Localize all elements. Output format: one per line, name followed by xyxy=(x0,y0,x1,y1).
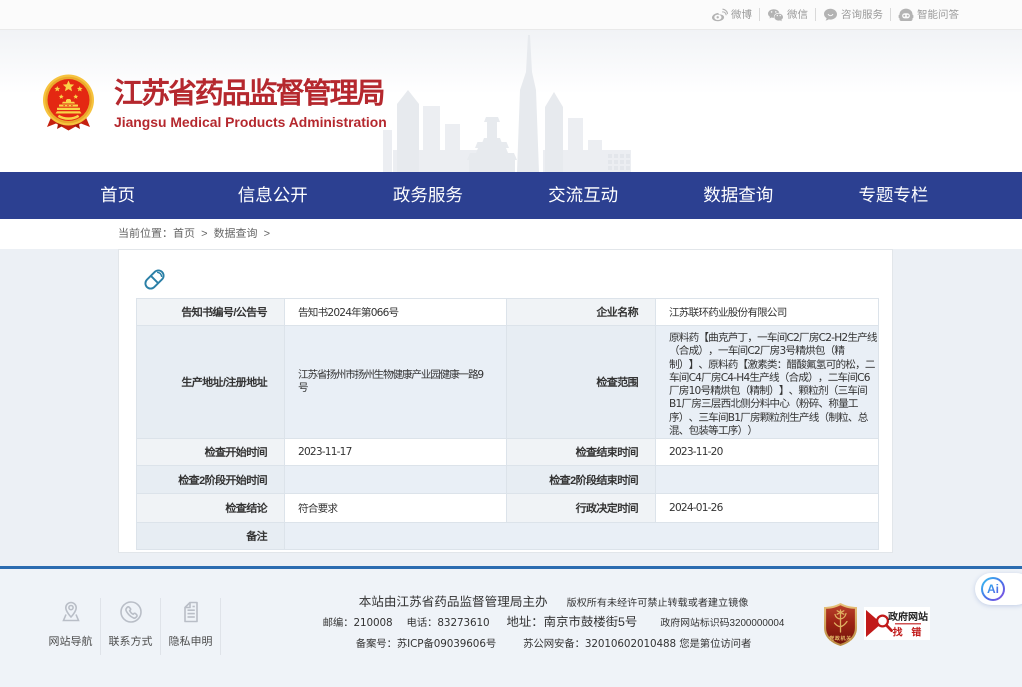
party-badge-label: 党政机关 xyxy=(829,635,852,642)
topbar-consult[interactable]: 咨询服务 xyxy=(823,7,883,22)
topbar-separator xyxy=(759,8,760,21)
row4-value1 xyxy=(285,466,507,494)
footer-site-id-text: 政府网站标识码3200000004 xyxy=(660,618,784,629)
nav-item-info[interactable]: 信息公开 xyxy=(195,172,350,219)
breadcrumb-separator: > xyxy=(201,228,207,240)
footer-link-sitemap-label: 网站导航 xyxy=(41,633,100,649)
topbar-separator xyxy=(890,8,891,21)
breadcrumb-separator: > xyxy=(264,228,270,240)
table-row: 备注 xyxy=(137,523,879,550)
footer-link-privacy-label: 隐私申明 xyxy=(161,633,220,649)
breadcrumb: 当前位置：首页 > 数据查询 > xyxy=(0,219,1022,250)
main-nav: 首页 信息公开 政务服务 交流互动 数据查询 专题专栏 xyxy=(0,172,1022,219)
ai-icon: Ai xyxy=(981,577,1005,601)
content-box: 告知书编号/公告号 告知书2024年第066号 企业名称 江苏联环药业股份有限公… xyxy=(118,249,893,553)
consult-chat-icon xyxy=(823,8,838,22)
wechat-icon xyxy=(767,8,784,22)
topbar-separator xyxy=(815,8,816,21)
topbar-weibo-label: 微博 xyxy=(731,7,752,22)
row1-label1: 告知书编号/公告号 xyxy=(137,299,285,326)
table-row: 检查2阶段开始时间 检查2阶段结束时间 xyxy=(137,466,879,494)
footer-link-sitemap[interactable]: 网站导航 xyxy=(41,598,101,655)
weibo-icon xyxy=(711,8,728,22)
footer-security-text: 苏公网安备：32010602010488 您是第位访问者 xyxy=(523,638,751,650)
row3-value1: 2023-11-17 xyxy=(285,439,507,466)
capsule-icon xyxy=(141,266,168,293)
row2-value1: 江苏省扬州市扬州生物健康产业园健康一路9号 xyxy=(285,326,507,439)
footer-link-contact[interactable]: 联系方式 xyxy=(101,598,161,655)
topbar: 微博 微信 咨询服务 智能问答 xyxy=(0,0,1022,30)
footer-host-text: 本站由江苏省药品监督管理局主办 xyxy=(359,595,548,609)
row2-label2: 检查范围 xyxy=(507,326,656,439)
jiucuo-badge-line2: 找 错 xyxy=(893,627,925,639)
breadcrumb-section-link[interactable]: 数据查询 xyxy=(214,228,258,240)
breadcrumb-bar: 当前位置：首页 > 数据查询 > xyxy=(0,219,1022,249)
table-row: 告知书编号/公告号 告知书2024年第066号 企业名称 江苏联环药业股份有限公… xyxy=(137,299,879,326)
row4-value2 xyxy=(656,466,879,494)
site-header: 江苏省药品监督管理局 Jiangsu Medical Products Admi… xyxy=(0,30,1022,172)
breadcrumb-home-link[interactable]: 首页 xyxy=(173,228,195,240)
ai-label: Ai xyxy=(987,582,999,596)
inspection-detail-table: 告知书编号/公告号 告知书2024年第066号 企业名称 江苏联环药业股份有限公… xyxy=(136,298,879,550)
phone-icon xyxy=(118,599,144,625)
table-row: 检查开始时间 2023-11-17 检查结束时间 2023-11-20 xyxy=(137,439,879,466)
footer-line2: 邮编：210008 电话：83273610 地址：南京市鼓楼街5号 政府网站标识码32… xyxy=(221,612,886,632)
nav-item-data-query[interactable]: 数据查询 xyxy=(661,172,816,219)
topbar-wechat[interactable]: 微信 xyxy=(767,7,808,22)
footer-icp-text: 备案号：苏ICP备09039606号 xyxy=(356,638,496,650)
robot-qa-icon xyxy=(898,8,914,22)
row1-value2: 江苏联环药业股份有限公司 xyxy=(656,299,879,326)
row5-value2: 2024-01-26 xyxy=(656,494,879,523)
footer-info: 本站由江苏省药品监督管理局主办 版权所有未经许可禁止转载或者建立镜像 邮编：210… xyxy=(221,592,886,653)
row3-label1: 检查开始时间 xyxy=(137,439,285,466)
national-emblem-logo xyxy=(42,74,95,132)
address-text: 江苏省扬州市扬州生物健康产业园健康一路9号 xyxy=(298,369,492,396)
table-row: 检查结论 符合要求 行政决定时间 2024-01-26 xyxy=(137,494,879,523)
nav-item-topics[interactable]: 专题专栏 xyxy=(816,172,971,219)
row1-value1: 告知书2024年第066号 xyxy=(285,299,507,326)
skyline-decoration xyxy=(383,32,633,172)
row3-label2: 检查结束时间 xyxy=(507,439,656,466)
footer: 网站导航 联系方式 隐私申明 本站由江苏省药品监督管理局主办 版权所有未经许可禁止… xyxy=(0,566,1022,687)
row6-value1 xyxy=(285,523,879,550)
nav-item-interact[interactable]: 交流互动 xyxy=(506,172,661,219)
topbar-weibo[interactable]: 微博 xyxy=(711,7,752,22)
row5-label2: 行政决定时间 xyxy=(507,494,656,523)
site-title-cn: 江苏省药品监督管理局 xyxy=(114,75,387,113)
breadcrumb-prefix: 当前位置： xyxy=(118,228,173,240)
inspection-scope-text: 原料药【曲克芦丁，一车间C2厂房C2-H2生产线（合成），一车间C2厂房3号精烘… xyxy=(669,326,879,438)
footer-address-text: 地址：南京市鼓楼街5号 xyxy=(507,615,638,629)
footer-phone-text: 电话：83273610 xyxy=(407,617,490,629)
row1-label2: 企业名称 xyxy=(507,299,656,326)
topbar-qa-label: 智能问答 xyxy=(917,7,959,22)
row3-value2: 2023-11-20 xyxy=(656,439,879,466)
footer-link-privacy[interactable]: 隐私申明 xyxy=(161,598,221,655)
footer-line1: 本站由江苏省药品监督管理局主办 版权所有未经许可禁止转载或者建立镜像 xyxy=(221,592,886,612)
nav-item-home[interactable]: 首页 xyxy=(40,172,195,219)
privacy-doc-icon xyxy=(178,599,204,625)
row5-label1: 检查结论 xyxy=(137,494,285,523)
gov-site-error-report-badge[interactable]: 政府网站 找 错 xyxy=(864,607,930,640)
map-pin-icon xyxy=(58,599,84,625)
footer-link-contact-label: 联系方式 xyxy=(101,633,160,649)
row5-value1: 符合要求 xyxy=(285,494,507,523)
row6-label1: 备注 xyxy=(137,523,285,550)
row2-value2: 原料药【曲克芦丁，一车间C2厂房C2-H2生产线（合成），一车间C2厂房3号精烘… xyxy=(656,326,879,439)
topbar-qa[interactable]: 智能问答 xyxy=(898,7,959,22)
footer-copyright-text: 版权所有未经许可禁止转载或者建立镜像 xyxy=(567,598,749,609)
row4-label1: 检查2阶段开始时间 xyxy=(137,466,285,494)
footer-postcode-text: 邮编：210008 xyxy=(323,617,393,629)
row2-label1: 生产地址/注册地址 xyxy=(137,326,285,439)
main-area: 告知书编号/公告号 告知书2024年第066号 企业名称 江苏联环药业股份有限公… xyxy=(0,249,1022,566)
table-row: 生产地址/注册地址 江苏省扬州市扬州生物健康产业园健康一路9号 检查范围 原料药… xyxy=(137,326,879,439)
party-gov-badge[interactable]: 党政机关 xyxy=(823,602,858,647)
topbar-wechat-label: 微信 xyxy=(787,7,808,22)
site-title-en: Jiangsu Medical Products Administration xyxy=(114,114,387,130)
nav-item-services[interactable]: 政务服务 xyxy=(350,172,505,219)
footer-line3: 备案号：苏ICP备09039606号 苏公网安备：32010602010488 您… xyxy=(221,633,886,653)
jiucuo-badge-line1: 政府网站 xyxy=(888,611,928,623)
ai-assistant-button[interactable]: Ai xyxy=(975,573,1022,605)
topbar-consult-label: 咨询服务 xyxy=(841,7,883,22)
row4-label2: 检查2阶段结束时间 xyxy=(507,466,656,494)
